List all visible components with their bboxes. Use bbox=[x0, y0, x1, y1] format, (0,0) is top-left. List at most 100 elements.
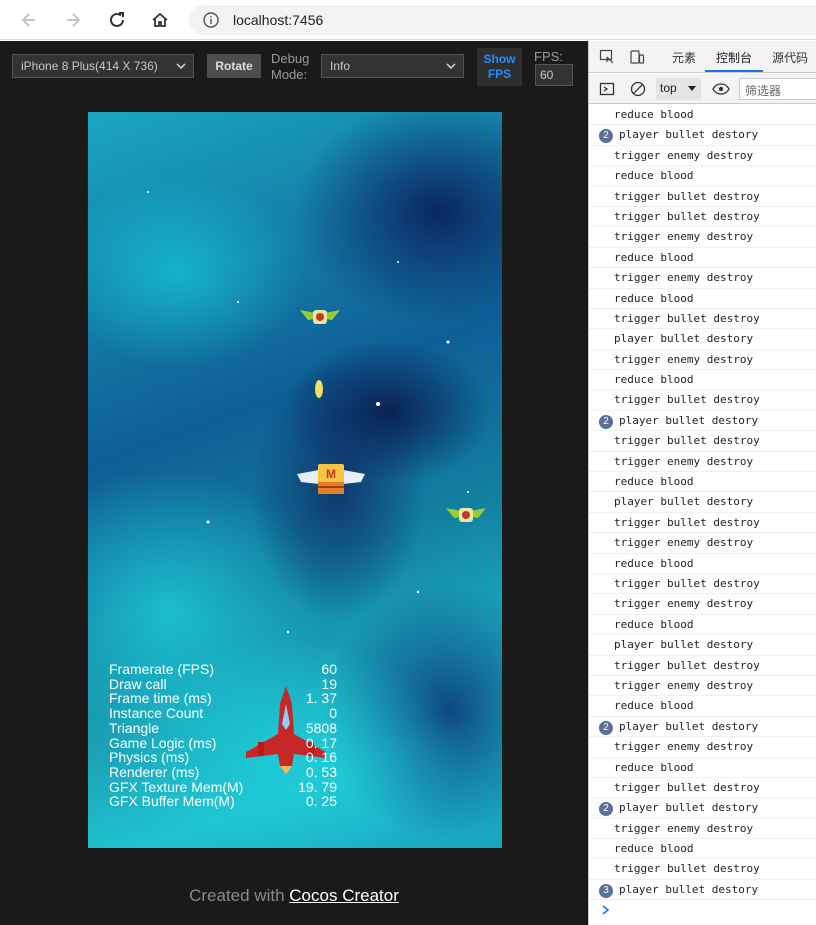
console-log-row[interactable]: trigger bullet destroy bbox=[589, 187, 816, 207]
debug-stats-overlay: Framerate (FPS) 60 Draw call 19 Frame time (… bbox=[109, 662, 337, 809]
console-log-row[interactable]: trigger enemy destroy bbox=[589, 737, 816, 758]
console-log-row[interactable]: 2 player bullet destory bbox=[589, 125, 816, 146]
rotate-button[interactable]: Rotate bbox=[207, 54, 261, 78]
console-log-text: trigger bullet destroy bbox=[614, 658, 760, 672]
console-log-row[interactable]: 2 player bullet destory bbox=[589, 411, 816, 432]
preview-panel: iPhone 8 Plus(414 X 736) Rotate Debug Mo… bbox=[0, 41, 588, 925]
fps-input[interactable]: 60 bbox=[535, 64, 573, 86]
console-log-row[interactable]: trigger bullet destroy bbox=[589, 513, 816, 534]
console-log-row[interactable]: trigger enemy destroy bbox=[589, 533, 816, 554]
context-select[interactable]: top bbox=[656, 78, 701, 100]
show-fps-button[interactable]: Show FPS bbox=[477, 48, 522, 86]
console-log-text: player bullet destory bbox=[619, 801, 759, 815]
console-log-row[interactable]: 2 player bullet destory bbox=[589, 798, 816, 819]
forward-arrow-icon[interactable] bbox=[61, 8, 85, 32]
console-log-row[interactable]: trigger bullet destroy bbox=[589, 778, 816, 799]
console-log-row[interactable]: trigger bullet destroy bbox=[589, 431, 816, 452]
console-log-text: trigger enemy destroy bbox=[614, 454, 754, 468]
console-log-list: reduce blood 2 player bullet destory trigge… bbox=[589, 105, 816, 901]
console-log-row[interactable]: trigger enemy destroy bbox=[589, 146, 816, 167]
console-log-text: reduce blood bbox=[614, 699, 694, 713]
clear-console-icon[interactable] bbox=[630, 81, 646, 102]
stat-row: Draw call 19 bbox=[109, 676, 337, 692]
tab-sources[interactable]: 源代码 bbox=[772, 49, 808, 66]
stat-value: 19. 79 bbox=[298, 778, 337, 795]
reload-icon[interactable] bbox=[105, 8, 129, 32]
console-log-text: trigger enemy destroy bbox=[614, 821, 754, 835]
repeat-count-badge: 2 bbox=[599, 720, 613, 735]
console-log-text: reduce blood bbox=[614, 169, 694, 183]
console-log-text: player bullet destory bbox=[619, 882, 759, 896]
stat-row: Triangle 5808 bbox=[109, 721, 337, 736]
eye-icon[interactable] bbox=[712, 81, 730, 102]
stat-row: Game Logic (ms) 0. 17 bbox=[109, 735, 337, 751]
console-log-row[interactable]: trigger bullet destroy bbox=[589, 309, 816, 330]
console-log-row[interactable]: player bullet destory bbox=[589, 635, 816, 656]
console-log-row[interactable]: reduce blood bbox=[589, 289, 816, 309]
console-log-row[interactable]: trigger bullet destroy bbox=[589, 656, 816, 676]
console-log-row[interactable]: 3 player bullet destory bbox=[589, 880, 816, 901]
console-log-row[interactable]: reduce blood bbox=[589, 166, 816, 187]
chevron-down-icon bbox=[445, 59, 457, 73]
stat-label: Instance Count bbox=[109, 705, 204, 722]
stat-value: 5808 bbox=[305, 719, 337, 736]
debug-mode-select[interactable]: Info bbox=[321, 54, 464, 78]
home-icon[interactable] bbox=[148, 8, 172, 32]
console-log-row[interactable]: trigger enemy destroy bbox=[589, 676, 816, 697]
console-log-text: player bullet destory bbox=[614, 332, 754, 346]
info-icon[interactable] bbox=[203, 12, 219, 28]
console-log-row[interactable]: trigger bullet destroy bbox=[589, 859, 816, 880]
console-log-row[interactable]: reduce blood bbox=[589, 758, 816, 778]
console-log-text: trigger bullet destroy bbox=[614, 434, 760, 448]
console-log-row[interactable]: trigger bullet destroy bbox=[589, 207, 816, 228]
device-toolbar-icon[interactable] bbox=[629, 49, 645, 70]
console-log-row[interactable]: trigger enemy destroy bbox=[589, 594, 816, 615]
console-log-text: trigger bullet destroy bbox=[614, 311, 760, 325]
console-log-row[interactable]: trigger bullet destroy bbox=[589, 390, 816, 411]
device-select[interactable]: iPhone 8 Plus(414 X 736) bbox=[12, 54, 194, 78]
cocos-creator-link[interactable]: Cocos Creator bbox=[289, 886, 399, 905]
powerup-crate: M bbox=[297, 464, 365, 494]
console-log-text: reduce blood bbox=[614, 556, 694, 570]
stat-row: Instance Count 0 bbox=[109, 706, 337, 721]
filter-input[interactable]: 筛选器 bbox=[739, 78, 816, 100]
console-log-text: trigger bullet destroy bbox=[614, 780, 760, 794]
console-log-row[interactable]: reduce blood bbox=[589, 554, 816, 574]
console-log-row[interactable]: reduce blood bbox=[589, 105, 816, 126]
tab-console[interactable]: 控制台 bbox=[716, 49, 752, 66]
debug-mode-value: Info bbox=[330, 59, 351, 73]
console-log-row[interactable]: player bullet destory bbox=[589, 492, 816, 513]
console-log-row[interactable]: trigger enemy destroy bbox=[589, 819, 816, 840]
console-log-row[interactable]: trigger enemy destroy bbox=[589, 350, 816, 371]
sidebar-toggle-icon[interactable] bbox=[599, 81, 615, 102]
console-log-row[interactable]: trigger enemy destroy bbox=[589, 227, 816, 248]
console-log-text: reduce blood bbox=[614, 291, 694, 305]
inspect-element-icon[interactable] bbox=[599, 49, 615, 70]
preview-toolbar: iPhone 8 Plus(414 X 736) Rotate Debug Mo… bbox=[0, 41, 588, 91]
console-log-row[interactable]: reduce blood bbox=[589, 248, 816, 269]
console-log-row[interactable]: player bullet destory bbox=[589, 329, 816, 350]
back-arrow-icon[interactable] bbox=[17, 8, 41, 32]
console-log-text: trigger enemy destroy bbox=[614, 740, 754, 754]
console-log-row[interactable]: reduce blood bbox=[589, 472, 816, 493]
console-prompt-icon[interactable] bbox=[601, 903, 611, 918]
console-log-text: trigger enemy destroy bbox=[614, 536, 754, 550]
devtools-panel: 元素 控制台 源代码 top 筛选器 reduce blood 2 player b… bbox=[588, 41, 816, 925]
console-log-row[interactable]: reduce blood bbox=[589, 615, 816, 636]
console-log-text: trigger enemy destroy bbox=[614, 597, 754, 611]
console-log-row[interactable]: trigger bullet destroy bbox=[589, 574, 816, 595]
stat-label: Physics (ms) bbox=[109, 749, 190, 766]
console-log-row[interactable]: reduce blood bbox=[589, 370, 816, 391]
stat-value: 0. 25 bbox=[305, 793, 337, 810]
console-log-row[interactable]: reduce blood bbox=[589, 839, 816, 860]
address-bar[interactable]: localhost:7456 bbox=[189, 5, 816, 35]
game-canvas[interactable]: M Framerate (FPS) 60 Draw call 19 Frame time… bbox=[88, 112, 502, 848]
tab-elements[interactable]: 元素 bbox=[672, 49, 696, 66]
console-log-row[interactable]: 2 player bullet destory bbox=[589, 717, 816, 738]
console-log-row[interactable]: reduce blood bbox=[589, 696, 816, 717]
stat-row: Frame time (ms) 1. 37 bbox=[109, 691, 337, 706]
debug-label-line2: Mode: bbox=[271, 67, 308, 82]
console-log-row[interactable]: trigger enemy destroy bbox=[589, 268, 816, 289]
console-log-row[interactable]: trigger enemy destroy bbox=[589, 452, 816, 473]
console-log-text: reduce blood bbox=[614, 842, 694, 856]
